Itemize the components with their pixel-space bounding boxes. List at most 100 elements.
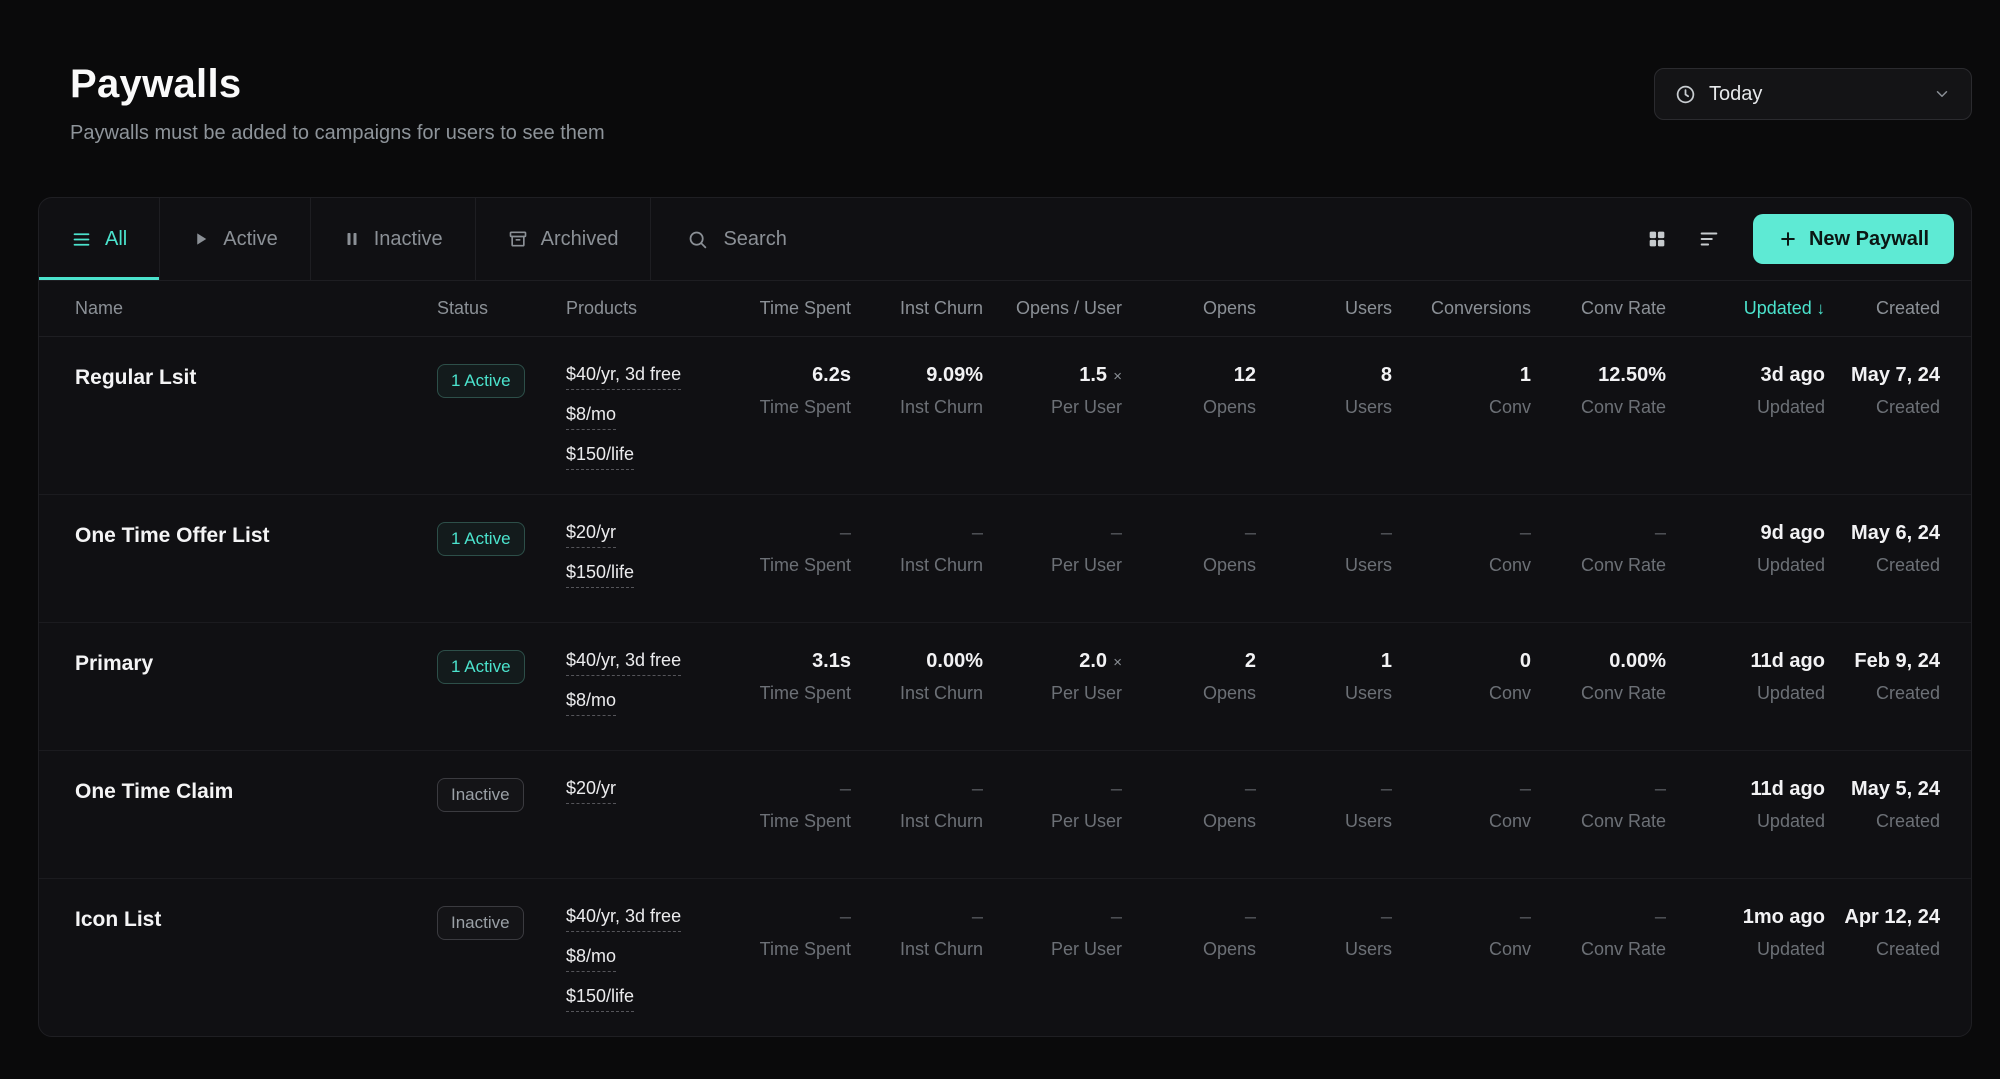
- cell-users: –Users: [1256, 522, 1392, 598]
- column-header-conversions[interactable]: Conversions: [1392, 298, 1531, 319]
- metric-label: Per User: [983, 811, 1122, 832]
- cell-opens: –Opens: [1122, 778, 1256, 854]
- cell-conversions: –Conv: [1392, 778, 1531, 854]
- column-header-conv-rate[interactable]: Conv Rate: [1531, 298, 1666, 319]
- toolbar: All Active InactiveArchived New Paywall: [39, 198, 1971, 281]
- paywalls-panel: AllActiveInactiveArchived New Paywall Na…: [38, 197, 1972, 1037]
- metric-label: Time Spent: [721, 397, 851, 418]
- tab-label: Active: [223, 228, 277, 251]
- cell-conv-rate: –Conv Rate: [1531, 778, 1666, 854]
- column-header-time-spent[interactable]: Time Spent: [721, 298, 851, 319]
- list-view-button[interactable]: [1687, 217, 1731, 261]
- tab-all[interactable]: All: [39, 198, 160, 280]
- metric-value: 0.00%: [851, 650, 983, 673]
- column-header-name[interactable]: Name: [75, 298, 437, 319]
- metric-value: –: [1122, 906, 1256, 929]
- metric-label: Created: [1825, 555, 1940, 576]
- cell-updated: 1mo ago Updated: [1666, 906, 1825, 1012]
- heading: Paywalls Paywalls must be added to campa…: [70, 62, 605, 145]
- metric-label: Conv Rate: [1531, 397, 1666, 418]
- cell-opens-per-user: 2.0 ×Per User: [983, 650, 1122, 726]
- status-badge: 1 Active: [437, 364, 525, 398]
- tab-active[interactable]: Active: [160, 198, 310, 280]
- tab-archived[interactable]: Archived: [476, 198, 652, 280]
- cell-created: Apr 12, 24Created: [1825, 906, 1940, 1012]
- metric-label: Updated: [1666, 397, 1825, 418]
- product-link[interactable]: $150/life: [566, 986, 634, 1012]
- metric-value: 1.5 ×: [983, 364, 1122, 387]
- metric-label: Conv: [1392, 683, 1531, 704]
- cell-users: –Users: [1256, 906, 1392, 1012]
- cell-name: Icon List: [75, 906, 437, 1012]
- cell-time-spent: 6.2sTime Spent: [721, 364, 851, 470]
- column-header-products[interactable]: Products: [566, 298, 721, 319]
- product-link[interactable]: $150/life: [566, 444, 634, 470]
- product-link[interactable]: $8/mo: [566, 404, 616, 430]
- search-input[interactable]: [723, 228, 1143, 251]
- status-badge: 1 Active: [437, 650, 525, 684]
- grid-view-button[interactable]: [1635, 217, 1679, 261]
- metric-value: 1: [1256, 650, 1392, 673]
- metric-value: 0.00%: [1531, 650, 1666, 673]
- page-subtitle: Paywalls must be added to campaigns for …: [70, 122, 605, 145]
- cell-opens: 2Opens: [1122, 650, 1256, 726]
- table-row[interactable]: One Time ClaimInactive$20/yr–Time Spent–…: [39, 751, 1971, 879]
- cell-users: 8Users: [1256, 364, 1392, 470]
- clock-icon: [1675, 84, 1696, 105]
- cell-status: 1 Active: [437, 522, 566, 598]
- new-paywall-button[interactable]: New Paywall: [1753, 214, 1954, 264]
- metric-label: Inst Churn: [851, 811, 983, 832]
- product-link[interactable]: $40/yr, 3d free: [566, 650, 681, 676]
- column-header-inst-churn[interactable]: Inst Churn: [851, 298, 983, 319]
- product-link[interactable]: $40/yr, 3d free: [566, 906, 681, 932]
- product-link[interactable]: $8/mo: [566, 946, 616, 972]
- status-badge: Inactive: [437, 778, 524, 812]
- cell-name: One Time Claim: [75, 778, 437, 854]
- tab-label: All: [105, 228, 127, 251]
- metric-value: –: [851, 522, 983, 545]
- metric-label: Conv Rate: [1531, 811, 1666, 832]
- metric-value: –: [851, 906, 983, 929]
- metric-label: Conv Rate: [1531, 939, 1666, 960]
- cell-opens-per-user: 1.5 × Per User: [983, 364, 1122, 470]
- tab-inactive[interactable]: Inactive: [311, 198, 476, 280]
- cell-created: Feb 9, 24Created: [1825, 650, 1940, 726]
- metric-label: Updated: [1666, 939, 1825, 960]
- metric-value: 0: [1392, 650, 1531, 673]
- cell-conversions: 1Conv: [1392, 364, 1531, 470]
- metric-value: 1mo ago: [1666, 906, 1825, 929]
- cell-time-spent: –Time Spent: [721, 778, 851, 854]
- table-row[interactable]: Regular Lsit1 Active$40/yr, 3d free$8/mo…: [39, 337, 1971, 495]
- table-row[interactable]: One Time Offer List1 Active$20/yr$150/li…: [39, 495, 1971, 623]
- column-header-users[interactable]: Users: [1256, 298, 1392, 319]
- metric-label: Per User: [983, 397, 1122, 418]
- table-row[interactable]: Primary1 Active$40/yr, 3d free$8/mo3.1sT…: [39, 623, 1971, 751]
- sort-desc-icon: ↓: [1812, 299, 1825, 318]
- cell-opens-per-user: – Per User: [983, 778, 1122, 854]
- metric-label: Time Spent: [721, 939, 851, 960]
- column-header-updated[interactable]: Updated ↓: [1666, 298, 1825, 319]
- table-row[interactable]: Icon ListInactive$40/yr, 3d free$8/mo$15…: [39, 879, 1971, 1036]
- column-header-opens-user[interactable]: Opens / User: [983, 298, 1122, 319]
- metric-value: May 7, 24: [1825, 364, 1940, 387]
- product-link[interactable]: $8/mo: [566, 690, 616, 716]
- metric-label: Conv Rate: [1531, 683, 1666, 704]
- cell-status: 1 Active: [437, 650, 566, 726]
- product-link[interactable]: $40/yr, 3d free: [566, 364, 681, 390]
- metric-value: –: [721, 522, 851, 545]
- search-box[interactable]: [687, 198, 1634, 280]
- metric-label: Time Spent: [721, 811, 851, 832]
- column-header-status[interactable]: Status: [437, 298, 566, 319]
- product-link[interactable]: $20/yr: [566, 522, 616, 548]
- metric-label: Inst Churn: [851, 555, 983, 576]
- metric-label: Per User: [983, 683, 1122, 704]
- column-header-opens[interactable]: Opens: [1122, 298, 1256, 319]
- metric-value: May 5, 24: [1825, 778, 1940, 801]
- product-link[interactable]: $20/yr: [566, 778, 616, 804]
- column-header-created[interactable]: Created: [1825, 298, 1940, 319]
- metric-value: –: [983, 778, 1122, 801]
- date-filter-dropdown[interactable]: Today: [1654, 68, 1972, 120]
- menu-icon: [71, 229, 92, 250]
- product-link[interactable]: $150/life: [566, 562, 634, 588]
- plus-icon: [1778, 229, 1798, 249]
